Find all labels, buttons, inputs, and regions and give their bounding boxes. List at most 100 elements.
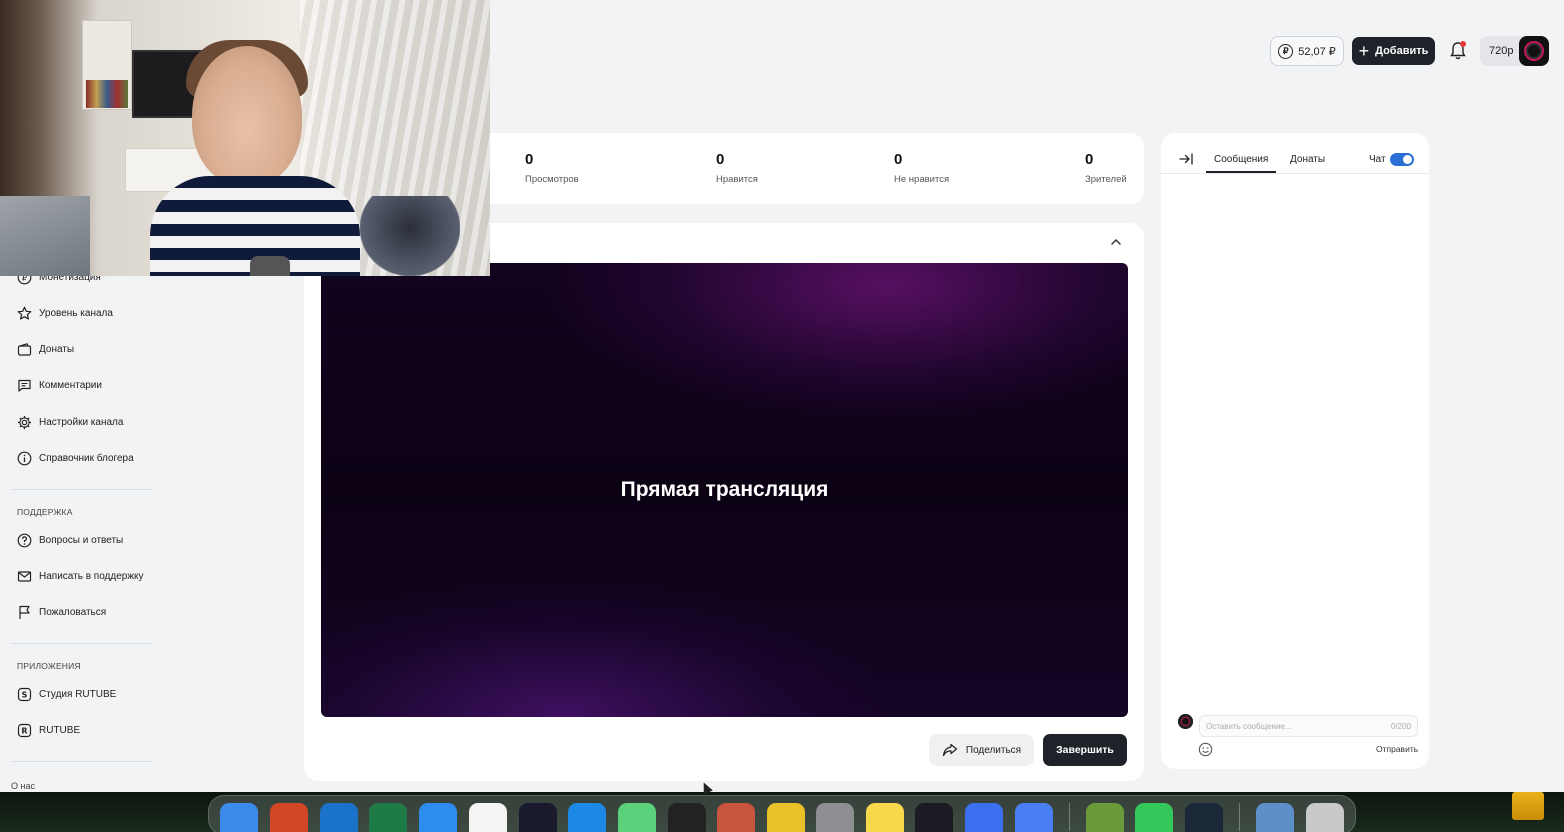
- sidebar-item-label: Студия RUTUBE: [39, 688, 117, 700]
- mail-icon: [17, 569, 32, 584]
- add-button[interactable]: + Добавить: [1352, 37, 1435, 65]
- quality-label: 720p: [1489, 45, 1514, 57]
- avatar[interactable]: [1519, 36, 1549, 66]
- sidebar-item-about[interactable]: О нас: [11, 781, 35, 791]
- sidebar-divider: [12, 761, 152, 762]
- stat-likes: 0 Нравится: [716, 151, 758, 185]
- sidebar-item-channel-settings[interactable]: Настройки канала: [17, 412, 123, 432]
- flag-icon: [17, 605, 32, 620]
- stat-label: Нравится: [716, 174, 758, 185]
- sidebar-item-label: Пожаловаться: [39, 606, 107, 618]
- question-icon: [17, 533, 32, 548]
- minecraft-icon[interactable]: [1086, 803, 1124, 832]
- stream-player[interactable]: Прямая трансляция: [321, 263, 1128, 717]
- sidebar-item-label: RUTUBE: [39, 724, 81, 736]
- finder-icon[interactable]: [220, 803, 258, 832]
- phone-icon[interactable]: [1135, 803, 1173, 832]
- stat-viewers: 0 Зрителей: [1085, 151, 1127, 185]
- app-window: ₽ 52,07 ₽ + Добавить 720p ₽ Монетизация …: [0, 0, 1564, 792]
- send-button[interactable]: Отправить: [1376, 744, 1418, 754]
- dock-separator: [1069, 803, 1070, 831]
- balance-amount: 52,07 ₽: [1298, 45, 1336, 58]
- ruble-icon: ₽: [1278, 43, 1294, 59]
- notification-dot: [1460, 41, 1466, 47]
- tab-messages[interactable]: Сообщения: [1214, 154, 1268, 165]
- sidebar-item-label: Комментарии: [39, 379, 102, 391]
- sidebar-item-label: Уровень канала: [39, 307, 113, 319]
- dock-separator: [1239, 803, 1240, 831]
- balance-button[interactable]: ₽ 52,07 ₽: [1270, 36, 1344, 66]
- roblox-icon[interactable]: [965, 803, 1003, 832]
- chat-tabs-divider: [1161, 173, 1429, 174]
- stat-label: Не нравится: [894, 174, 950, 185]
- sidebar-item-label: Вопросы и ответы: [39, 534, 124, 546]
- sidebar-item-label: Донаты: [39, 343, 75, 355]
- add-button-label: Добавить: [1375, 45, 1429, 57]
- chat-app-icon[interactable]: [618, 803, 656, 832]
- trash-icon[interactable]: [1306, 803, 1344, 832]
- outlook-icon[interactable]: [320, 803, 358, 832]
- section-label-support: ПОДДЕРЖКА: [17, 507, 73, 517]
- sidebar-item-blogger-guide[interactable]: Справочник блогера: [17, 448, 134, 468]
- share-icon: [942, 743, 957, 757]
- system-settings-icon[interactable]: [816, 803, 854, 832]
- stat-value: 0: [525, 151, 534, 168]
- svg-text:S: S: [22, 690, 28, 699]
- emoji-icon[interactable]: [1198, 742, 1213, 757]
- sidebar-item-label: Настройки канала: [39, 416, 124, 428]
- chat-toggle[interactable]: [1390, 153, 1414, 166]
- section-label-apps: ПРИЛОЖЕНИЯ: [17, 661, 81, 671]
- sidebar-item-rutube[interactable]: R RUTUBE: [17, 720, 80, 740]
- app-store-icon[interactable]: [568, 803, 606, 832]
- share-button-label: Поделиться: [965, 744, 1022, 756]
- comment-icon: [17, 378, 32, 393]
- player-title: Прямая трансляция: [620, 478, 829, 501]
- roblox-studio-icon[interactable]: [668, 803, 706, 832]
- sidebar-item-donations[interactable]: Донаты: [17, 339, 74, 359]
- downloads-folder-icon[interactable]: [1256, 803, 1294, 832]
- steam-icon[interactable]: [1185, 803, 1223, 832]
- sidebar-item-label: Справочник блогера: [39, 452, 134, 464]
- safari-icon[interactable]: [419, 803, 457, 832]
- collapse-panel-icon[interactable]: [1178, 151, 1194, 167]
- sidebar-item-rutube-studio[interactable]: S Студия RUTUBE: [17, 684, 116, 704]
- chat-char-counter: 0/200: [1390, 721, 1411, 731]
- stat-value: 0: [716, 151, 725, 168]
- avatar-logo-icon: [1524, 41, 1544, 61]
- obs-icon[interactable]: [915, 803, 953, 832]
- geometry-dash-icon[interactable]: [767, 803, 805, 832]
- wallet-icon: [17, 342, 32, 357]
- desktop-folder-icon[interactable]: [1512, 792, 1544, 820]
- excel-icon[interactable]: [369, 803, 407, 832]
- share-button[interactable]: Поделиться: [929, 734, 1034, 766]
- sidebar-item-comments[interactable]: Комментарии: [17, 375, 102, 395]
- chat-message-input[interactable]: Оставить сообщение... 0/200: [1199, 715, 1418, 737]
- chat-user-avatar: [1178, 714, 1193, 729]
- star-icon: [17, 306, 32, 321]
- powerpoint-icon[interactable]: [270, 803, 308, 832]
- sidebar-item-write-support[interactable]: Написать в поддержку: [17, 566, 144, 586]
- stat-label: Зрителей: [1085, 174, 1127, 185]
- webcam-overlay: [0, 0, 490, 276]
- sidebar-item-faq[interactable]: Вопросы и ответы: [17, 530, 123, 550]
- roblox-player-icon[interactable]: [1015, 803, 1053, 832]
- stat-dislikes: 0 Не нравится: [894, 151, 949, 185]
- rutube-icon: R: [17, 723, 32, 738]
- chat-input-placeholder: Оставить сообщение...: [1206, 721, 1292, 731]
- sidebar-item-report[interactable]: Пожаловаться: [17, 602, 106, 622]
- game-icon[interactable]: [717, 803, 755, 832]
- svg-text:R: R: [21, 726, 27, 735]
- plus-icon: +: [1358, 41, 1370, 61]
- stat-views: 0 Просмотров: [525, 151, 579, 185]
- finish-button-label: Завершить: [1056, 744, 1114, 756]
- chevron-up-icon[interactable]: [1108, 235, 1124, 249]
- calendar-icon[interactable]: [469, 803, 507, 832]
- sidebar-divider: [12, 643, 152, 644]
- stat-value: 0: [894, 151, 903, 168]
- finish-stream-button[interactable]: Завершить: [1043, 734, 1127, 766]
- sidebar-item-channel-level[interactable]: Уровень канала: [17, 303, 113, 323]
- rutube-app-icon[interactable]: [519, 803, 557, 832]
- tab-donations[interactable]: Донаты: [1290, 154, 1325, 165]
- stat-value: 0: [1085, 151, 1094, 168]
- notes-icon[interactable]: [866, 803, 904, 832]
